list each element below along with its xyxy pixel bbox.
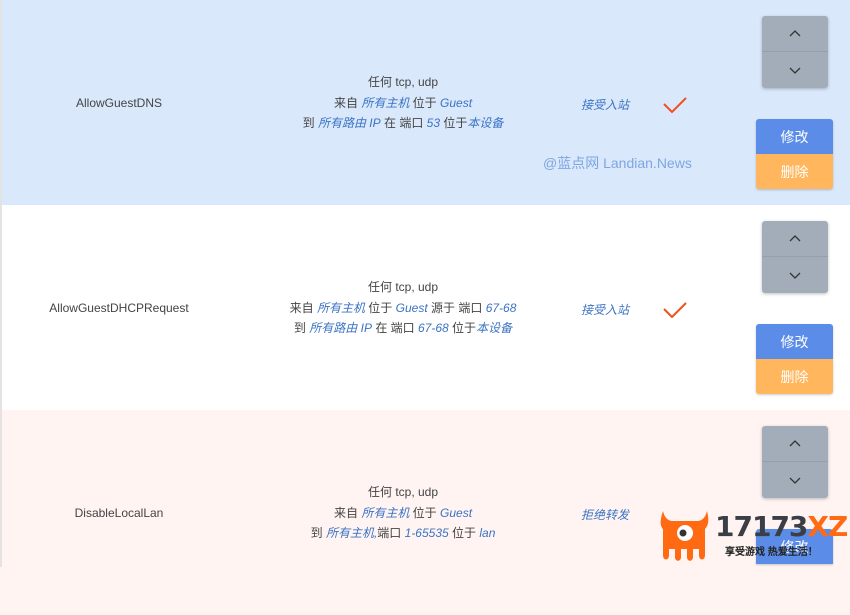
rule-name: DisableLocalLan xyxy=(74,506,164,520)
mascot-logo-icon xyxy=(660,511,709,561)
enabled-check-icon[interactable] xyxy=(661,94,689,116)
rule-action: 接受入站 xyxy=(580,303,629,317)
text: 位于 xyxy=(368,300,393,315)
site-logo-text: 17173XZ xyxy=(715,510,848,543)
text: 位于 xyxy=(452,526,477,540)
rule-action: 接受入站 xyxy=(580,98,629,112)
rule-dest-line: 到 所有路由 IP 在 端口 67-68 位于本设备 xyxy=(238,318,568,339)
rule-description: 任何 tcp, udp 来自 所有主机 位于 Guest 到 所有路由 IP 在… xyxy=(238,72,568,134)
rule-protocol-line: 任何 tcp, udp xyxy=(238,277,568,298)
source-hosts: 所有主机 xyxy=(316,300,365,315)
protocols: tcp, udp xyxy=(395,280,439,294)
move-up-button[interactable] xyxy=(762,426,828,462)
dest-port: 53 xyxy=(426,116,441,130)
move-buttons xyxy=(762,221,828,293)
protocols: tcp, udp xyxy=(395,75,439,89)
chevron-up-icon xyxy=(789,30,801,37)
site-slogan: 享受游戏 热爱生活！ xyxy=(725,547,818,558)
text: 来自 xyxy=(289,300,314,315)
rule-dest-line: 到 所有路由 IP 在 端口 53 位于本设备 xyxy=(238,113,568,134)
chevron-down-icon xyxy=(789,272,801,279)
dest-hosts: 所有路由 IP xyxy=(309,321,372,335)
rule-protocol-line: 任何 tcp, udp xyxy=(238,482,568,503)
move-buttons xyxy=(762,426,828,498)
chevron-down-icon xyxy=(789,477,801,484)
logo-number: 17173 xyxy=(715,510,808,543)
site-watermark: 17173XZ 享受游戏 热爱生活！ xyxy=(655,505,850,567)
rule-row: AllowGuestDHCPRequest 任何 tcp, udp 来自 所有主… xyxy=(0,205,850,410)
text: 到 xyxy=(302,116,315,130)
text: 任何 xyxy=(367,280,392,294)
edit-button[interactable]: 修改 xyxy=(756,324,833,359)
left-edge xyxy=(0,0,2,567)
enabled-check-icon[interactable] xyxy=(661,299,689,321)
chevron-up-icon xyxy=(789,440,801,447)
source-port: 67-68 xyxy=(485,300,517,315)
text: 位于 xyxy=(452,321,477,335)
rule-description: 任何 tcp, udp 来自 所有主机 位于 Guest 源于 端口 67-68… xyxy=(238,277,568,339)
move-down-button[interactable] xyxy=(762,462,828,498)
source-zone: Guest xyxy=(440,95,473,110)
text: 任何 xyxy=(367,75,392,89)
text: 来自 xyxy=(333,95,358,110)
text: 任何 xyxy=(367,485,392,499)
protocols: tcp, udp xyxy=(395,485,439,499)
text: 位于 xyxy=(443,116,468,130)
rule-name: AllowGuestDNS xyxy=(75,96,163,110)
dest-zone: 本设备 xyxy=(476,321,513,335)
text: 来自 xyxy=(333,505,358,520)
text: 源于 端口 xyxy=(431,300,483,315)
chevron-up-icon xyxy=(789,235,801,242)
rule-row: AllowGuestDNS 任何 tcp, udp 来自 所有主机 位于 Gue… xyxy=(0,0,850,205)
source-zone: Guest xyxy=(395,300,428,315)
text: 到 xyxy=(293,321,306,335)
move-up-button[interactable] xyxy=(762,16,828,52)
move-down-button[interactable] xyxy=(762,52,828,88)
text: 端口 xyxy=(377,526,402,540)
text: 在 端口 xyxy=(375,321,415,335)
dest-port: 67-68 xyxy=(418,321,449,335)
source-hosts: 所有主机 xyxy=(361,95,410,110)
source-zone: Guest xyxy=(440,505,473,520)
text: 位于 xyxy=(412,95,437,110)
rule-description: 任何 tcp, udp 来自 所有主机 位于 Guest 到 所有主机,端口 1… xyxy=(238,482,568,544)
rule-source-line: 来自 所有主机 位于 Guest 源于 端口 67-68 xyxy=(238,298,568,319)
rule-source-line: 来自 所有主机 位于 Guest xyxy=(238,93,568,114)
dest-zone: lan xyxy=(479,526,496,540)
rule-action: 拒绝转发 xyxy=(580,508,629,522)
rule-source-line: 来自 所有主机 位于 Guest xyxy=(238,503,568,524)
source-hosts: 所有主机 xyxy=(361,505,410,520)
text: 到 xyxy=(310,526,323,540)
dest-port: 1-65535 xyxy=(404,526,449,540)
move-buttons xyxy=(762,16,828,88)
rule-name: AllowGuestDHCPRequest xyxy=(49,301,189,315)
rule-dest-line: 到 所有主机,端口 1-65535 位于 lan xyxy=(238,523,568,544)
edit-button[interactable]: 修改 xyxy=(756,119,833,154)
text: 位于 xyxy=(412,505,437,520)
delete-button[interactable]: 删除 xyxy=(756,154,833,189)
dest-hosts: 所有路由 IP xyxy=(317,116,381,130)
logo-suffix: XZ xyxy=(807,510,848,543)
text: 在 端口 xyxy=(383,116,424,130)
move-down-button[interactable] xyxy=(762,257,828,293)
dest-hosts: 所有主机, xyxy=(325,526,378,540)
rule-protocol-line: 任何 tcp, udp xyxy=(238,72,568,93)
landian-watermark: @蓝点网 Landian.News xyxy=(543,155,692,171)
dest-zone: 本设备 xyxy=(467,116,504,130)
delete-button[interactable]: 删除 xyxy=(756,359,833,394)
move-up-button[interactable] xyxy=(762,221,828,257)
chevron-down-icon xyxy=(789,67,801,74)
